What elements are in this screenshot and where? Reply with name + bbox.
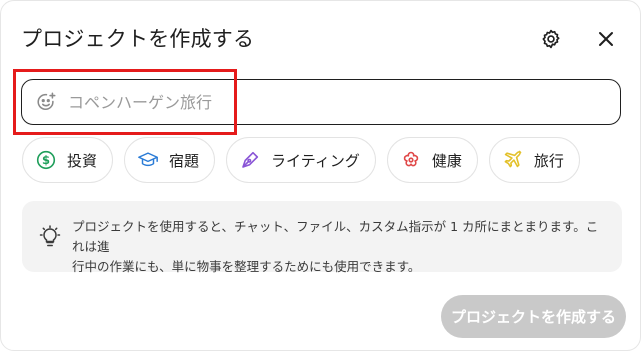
lightbulb-icon [39,225,61,247]
info-text-line1: プロジェクトを使用すると、チャット、ファイル、カスタム指示が 1 カ所にまとまり… [72,219,599,254]
airplane-icon [502,149,524,171]
chip-label: 旅行 [533,151,564,170]
chip-writing[interactable]: ライティング [226,137,376,183]
flower-icon [400,149,422,171]
svg-text:$: $ [42,153,50,167]
chip-label: ライティング [271,151,360,170]
create-project-button[interactable]: プロジェクトを作成する [441,295,626,338]
graduation-cap-icon [137,149,159,171]
chip-investment[interactable]: $ 投資 [22,137,114,183]
gear-icon [542,29,560,49]
create-project-dialog: プロジェクトを作成する $ [0,0,641,351]
chip-health[interactable]: 健康 [386,137,478,183]
info-box: プロジェクトを使用すると、チャット、ファイル、カスタム指示が 1 カ所にまとまり… [22,201,622,274]
chip-label: 投資 [67,151,98,170]
close-button[interactable] [592,25,620,53]
settings-button[interactable] [537,25,565,53]
close-icon [599,32,613,46]
pen-nib-icon [239,149,261,171]
chip-label: 健康 [431,151,462,170]
dialog-title: プロジェクトを作成する [21,27,255,51]
chip-label: 宿題 [169,151,200,170]
dollar-circle-icon: $ [35,149,57,171]
suggestion-chips: $ 投資 宿題 ライティング 健康 旅行 [22,137,580,183]
red-highlight-box [13,69,237,135]
chip-homework[interactable]: 宿題 [124,137,216,183]
info-text-line2: 行中の作業にも、単に物事を整理するためにも使用できます。 [72,259,421,274]
chip-travel[interactable]: 旅行 [488,137,580,183]
